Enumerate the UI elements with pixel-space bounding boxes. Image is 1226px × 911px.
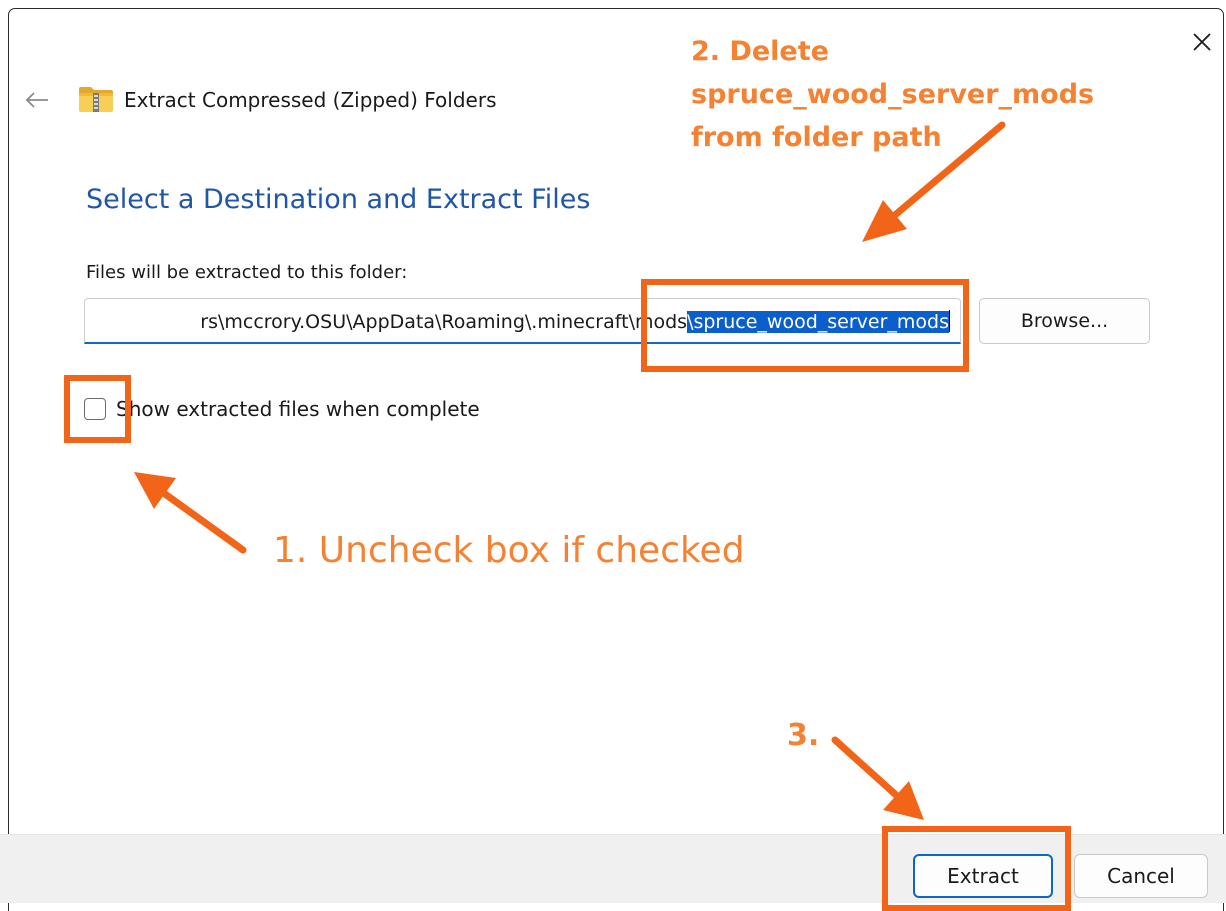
path-unselected-text: rs\mccrory.OSU\AppData\Roaming\.minecraf… [200,311,688,333]
close-icon [1193,33,1211,51]
destination-label: Files will be extracted to this folder: [86,262,408,283]
annotation-step1: 1. Uncheck box if checked [273,530,745,571]
text-caret [949,310,950,332]
destination-path-input[interactable]: rs\mccrory.OSU\AppData\Roaming\.minecraf… [84,298,961,344]
annotation-step3: 3. [787,718,820,753]
extract-button[interactable]: Extract [913,854,1053,898]
show-files-option[interactable]: Show extracted files when complete [84,394,480,424]
arrow-left-icon [25,92,48,108]
annotation-step2: 2. Delete spruce_wood_server_mods from f… [691,30,1094,159]
close-button[interactable] [1180,20,1224,64]
back-button[interactable] [18,84,56,116]
path-selected-text: \spruce_wood_server_mods [687,311,949,333]
annotation-step2-line3: from folder path [691,122,942,153]
show-files-label: Show extracted files when complete [116,397,480,421]
destination-path-text: rs\mccrory.OSU\AppData\Roaming\.minecraf… [200,310,950,333]
page-heading: Select a Destination and Extract Files [86,184,591,215]
cancel-button[interactable]: Cancel [1074,854,1208,898]
annotation-step2-line1: 2. Delete [691,36,829,67]
annotation-step2-line2: spruce_wood_server_mods [691,79,1095,110]
show-files-checkbox[interactable] [84,398,106,420]
zip-folder-icon [79,87,113,112]
browse-button[interactable]: Browse... [979,298,1150,344]
window-title: Extract Compressed (Zipped) Folders [124,88,497,112]
